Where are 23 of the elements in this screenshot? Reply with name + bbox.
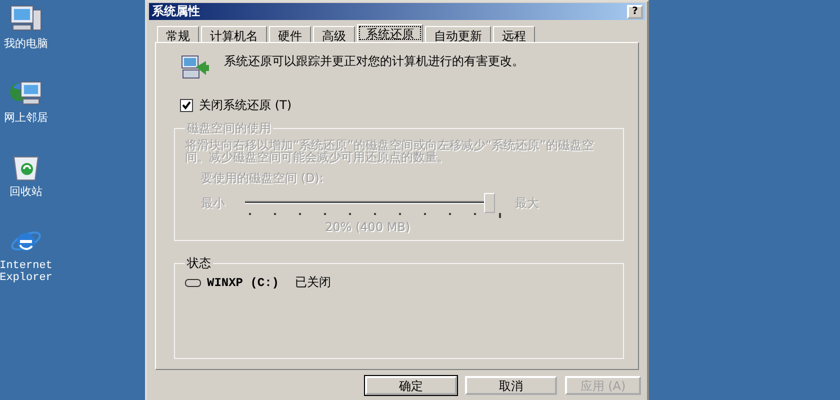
drive-name: WINXP (C:) <box>207 276 280 290</box>
tab[interactable]: 计算机名 <box>201 26 267 42</box>
dialog-button[interactable]: 确定 <box>365 376 457 395</box>
window-title: 系统属性 <box>152 3 200 20</box>
checkbox[interactable] <box>180 99 193 112</box>
checkbox-label[interactable]: 关闭系统还原 (T) <box>199 97 292 114</box>
drive-status: 已关闭 <box>295 274 332 291</box>
group-title: 状态 <box>186 255 212 272</box>
dialog-button[interactable]: 取消 <box>465 376 557 395</box>
tab[interactable]: 系统还原 <box>357 24 423 42</box>
tab[interactable]: 高级 <box>313 26 355 42</box>
drive-icon <box>185 278 201 286</box>
tab[interactable]: 自动更新 <box>425 26 491 42</box>
tab[interactable]: 硬件 <box>269 26 311 42</box>
restore-computer-icon <box>180 53 210 81</box>
desktop-icon-label[interactable]: 网上邻居 <box>4 112 48 124</box>
tab[interactable]: 常规 <box>157 26 199 42</box>
tab[interactable]: 远程 <box>493 26 535 42</box>
desktop-icon-label[interactable]: Internet Explorer <box>0 260 61 284</box>
desktop-icon-label[interactable]: 我的电脑 <box>4 38 48 50</box>
desktop-icon-label[interactable]: 回收站 <box>10 186 42 198</box>
help-button[interactable]: ? <box>627 4 643 18</box>
description-text: 系统还原可以跟踪并更正对您的计算机进行的有害更改。 <box>224 53 524 70</box>
